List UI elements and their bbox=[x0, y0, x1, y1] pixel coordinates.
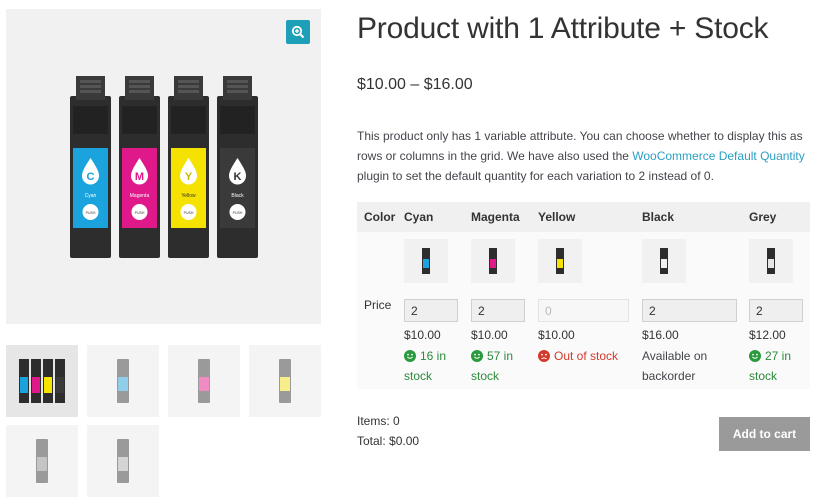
black-cartridge-image bbox=[36, 439, 48, 483]
cartridge-push: PUSH bbox=[135, 211, 145, 215]
yellow-cartridge-icon bbox=[556, 248, 564, 274]
price-range: $10.00 – $16.00 bbox=[357, 76, 473, 93]
cartridge-name: Yellow bbox=[181, 193, 196, 199]
ink-cartridges-image: C Cyan PUSH M Magenta PUSH Y Yellow PUSH bbox=[70, 76, 258, 258]
cartridge-letter: C bbox=[87, 171, 95, 183]
column-header-black: Black bbox=[642, 210, 675, 224]
cartridge-letter: Y bbox=[185, 171, 193, 183]
quantity-input-yellow bbox=[538, 299, 629, 322]
stock-status-black: Available on backorder bbox=[642, 346, 722, 386]
variation-image-magenta[interactable] bbox=[471, 239, 515, 283]
variation-price-yellow: $10.00 bbox=[538, 328, 575, 342]
woocommerce-default-quantity-link[interactable]: WooCommerce Default Quantity bbox=[632, 149, 805, 163]
grey-cartridge-icon bbox=[767, 248, 775, 274]
cartridge-letter: M bbox=[135, 171, 144, 183]
variation-price-cyan: $10.00 bbox=[404, 328, 441, 342]
happy-face-icon bbox=[749, 350, 761, 362]
stock-status-cyan: 16 in stock bbox=[404, 346, 456, 386]
column-header-grey: Grey bbox=[749, 210, 777, 224]
cartridge-name: Black bbox=[231, 193, 244, 199]
variation-image-black[interactable] bbox=[642, 239, 686, 283]
variation-price-magenta: $10.00 bbox=[471, 328, 508, 342]
cartridge-push: PUSH bbox=[184, 211, 194, 215]
thumbnail-all-cartridges[interactable] bbox=[6, 345, 78, 417]
cartridge-push: PUSH bbox=[86, 211, 96, 215]
stock-status-yellow: Out of stock bbox=[538, 346, 638, 366]
cart-total: Total: $0.00 bbox=[357, 434, 420, 448]
cartridge-name: Magenta bbox=[130, 193, 150, 199]
thumbnail-black-cartridge[interactable] bbox=[6, 425, 78, 497]
cartridge-letter: K bbox=[234, 171, 242, 183]
thumbnail-cyan-cartridge[interactable] bbox=[87, 345, 159, 417]
zoom-button[interactable] bbox=[286, 20, 310, 44]
column-header-yellow: Yellow bbox=[538, 210, 576, 224]
grey-cartridge-image bbox=[117, 439, 129, 483]
stock-status-magenta: 57 in stock bbox=[471, 346, 527, 386]
magnifier-plus-icon bbox=[291, 25, 305, 39]
row-label-price: Price bbox=[364, 298, 392, 312]
add-to-cart-button[interactable]: Add to cart bbox=[719, 417, 810, 451]
product-main-image[interactable]: C Cyan PUSH M Magenta PUSH Y Yellow PUSH bbox=[6, 9, 321, 324]
thumbnail-grey-cartridge[interactable] bbox=[87, 425, 159, 497]
stock-text: Available on backorder bbox=[642, 349, 708, 383]
happy-face-icon bbox=[404, 350, 416, 362]
sad-face-icon bbox=[538, 350, 550, 362]
column-header-cyan: Cyan bbox=[404, 210, 434, 224]
magenta-cartridge-image bbox=[198, 359, 210, 403]
quantity-input-magenta[interactable] bbox=[471, 299, 525, 322]
cartridge-name: Cyan bbox=[85, 193, 97, 199]
happy-face-icon bbox=[471, 350, 483, 362]
cyan-cartridge-image bbox=[117, 359, 129, 403]
cyan-cartridge-icon bbox=[422, 248, 430, 274]
column-header-magenta: Magenta bbox=[471, 210, 520, 224]
yellow-cartridge-image bbox=[279, 359, 291, 403]
stock-text: Out of stock bbox=[554, 349, 619, 363]
variation-price-grey: $12.00 bbox=[749, 328, 786, 342]
description-text: plugin to set the default quantity for e… bbox=[357, 169, 714, 183]
variation-image-grey[interactable] bbox=[749, 239, 793, 283]
variation-image-cyan[interactable] bbox=[404, 239, 448, 283]
magenta-cartridge-icon bbox=[489, 248, 497, 274]
black-cartridge-icon bbox=[660, 248, 668, 274]
variation-price-black: $16.00 bbox=[642, 328, 679, 342]
quantity-input-grey[interactable] bbox=[749, 299, 803, 322]
variation-image-yellow[interactable] bbox=[538, 239, 582, 283]
quantity-input-black[interactable] bbox=[642, 299, 737, 322]
quantity-input-cyan[interactable] bbox=[404, 299, 458, 322]
variation-grid: Color Cyan Magenta Yellow Black Grey Pri… bbox=[357, 202, 810, 389]
items-count: Items: 0 bbox=[357, 414, 400, 428]
thumbnail-magenta-cartridge[interactable] bbox=[168, 345, 240, 417]
thumbnail-yellow-cartridge[interactable] bbox=[249, 345, 321, 417]
cartridge-push: PUSH bbox=[233, 211, 243, 215]
product-description: This product only has 1 variable attribu… bbox=[357, 126, 812, 186]
row-label-color: Color bbox=[364, 210, 396, 224]
stock-status-grey: 27 in stock bbox=[749, 346, 805, 386]
product-title: Product with 1 Attribute + Stock bbox=[357, 12, 769, 45]
cartridges-thumbnail-image bbox=[19, 359, 65, 403]
